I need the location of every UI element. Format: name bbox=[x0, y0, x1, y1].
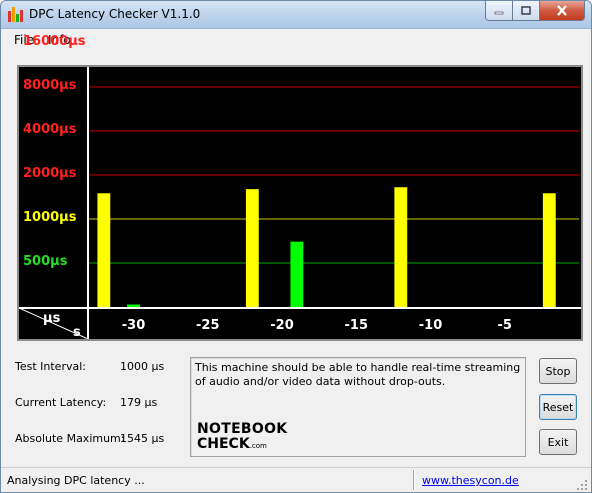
absolute-max-value: 1545 µs bbox=[120, 432, 165, 445]
maximize-icon bbox=[521, 5, 531, 15]
close-button[interactable] bbox=[540, 1, 585, 21]
latency-bar bbox=[542, 193, 556, 307]
notebookcheck-logo: NOTEBOOK CHECK.com bbox=[197, 422, 287, 454]
y-tick-label: 1000µs bbox=[23, 210, 77, 225]
stop-button[interactable]: Stop bbox=[539, 358, 577, 384]
latency-bar bbox=[394, 187, 408, 307]
thesycon-link[interactable]: www.thesycon.de bbox=[422, 474, 519, 487]
maximize-button[interactable] bbox=[513, 1, 540, 21]
x-tick-label: -25 bbox=[196, 318, 220, 333]
x-tick-label: -5 bbox=[497, 318, 512, 333]
y-tick-label: 16000µs bbox=[23, 34, 86, 49]
app-window: DPC Latency Checker V1.1.0 File Info 160… bbox=[0, 0, 592, 493]
current-latency-label: Current Latency: bbox=[15, 396, 107, 409]
y-tick-label: 4000µs bbox=[23, 122, 77, 137]
latency-chart-svg bbox=[19, 67, 581, 339]
close-icon bbox=[557, 5, 567, 16]
latency-bar bbox=[127, 304, 140, 307]
menu-bar: File Info bbox=[1, 29, 591, 51]
status-message: This machine should be able to handle re… bbox=[195, 361, 521, 388]
y-tick-label: 8000µs bbox=[23, 78, 77, 93]
status-separator bbox=[413, 470, 415, 490]
absolute-max-label: Absolute Maximum: bbox=[15, 432, 125, 445]
client-area: 16000µs 8000µs 4000µs 2000µs 1000µs 500µs -30… bbox=[6, 34, 586, 467]
message-box: This machine should be able to handle re… bbox=[190, 357, 526, 457]
logo-line2: CHECK bbox=[197, 436, 250, 452]
current-latency-value: 179 µs bbox=[120, 396, 158, 409]
latency-plot: 16000µs 8000µs 4000µs 2000µs 1000µs 500µs -30… bbox=[17, 34, 583, 341]
test-interval-value: 1000 µs bbox=[120, 360, 165, 373]
x-tick-label: -10 bbox=[418, 318, 443, 333]
x-tick-label: -15 bbox=[344, 318, 369, 333]
window-title: DPC Latency Checker V1.1.0 bbox=[29, 7, 201, 21]
y-tick-label: 2000µs bbox=[23, 166, 77, 181]
x-tick-label: -30 bbox=[121, 318, 146, 333]
latency-bar bbox=[97, 193, 111, 307]
reset-button[interactable]: Reset bbox=[539, 394, 577, 420]
logo-line1: NOTEBOOK bbox=[197, 421, 288, 437]
app-icon bbox=[7, 6, 23, 22]
minimize-icon bbox=[494, 11, 504, 14]
status-bar: Analysing DPC latency ... www.thesycon.d… bbox=[1, 467, 591, 492]
x-unit-label: s bbox=[73, 325, 81, 340]
x-tick-label: -20 bbox=[270, 318, 294, 333]
minimize-button[interactable] bbox=[485, 1, 513, 21]
exit-button[interactable]: Exit bbox=[539, 429, 577, 455]
status-text: Analysing DPC latency ... bbox=[7, 474, 145, 487]
latency-bar bbox=[290, 241, 304, 307]
test-interval-label: Test Interval: bbox=[15, 360, 86, 373]
resize-grip-icon[interactable] bbox=[576, 479, 588, 491]
y-tick-label: 500µs bbox=[23, 254, 68, 269]
y-unit-label: µs bbox=[43, 311, 61, 326]
title-bar[interactable]: DPC Latency Checker V1.1.0 bbox=[1, 1, 591, 29]
latency-bar bbox=[245, 189, 259, 307]
logo-line3: .com bbox=[249, 442, 267, 450]
